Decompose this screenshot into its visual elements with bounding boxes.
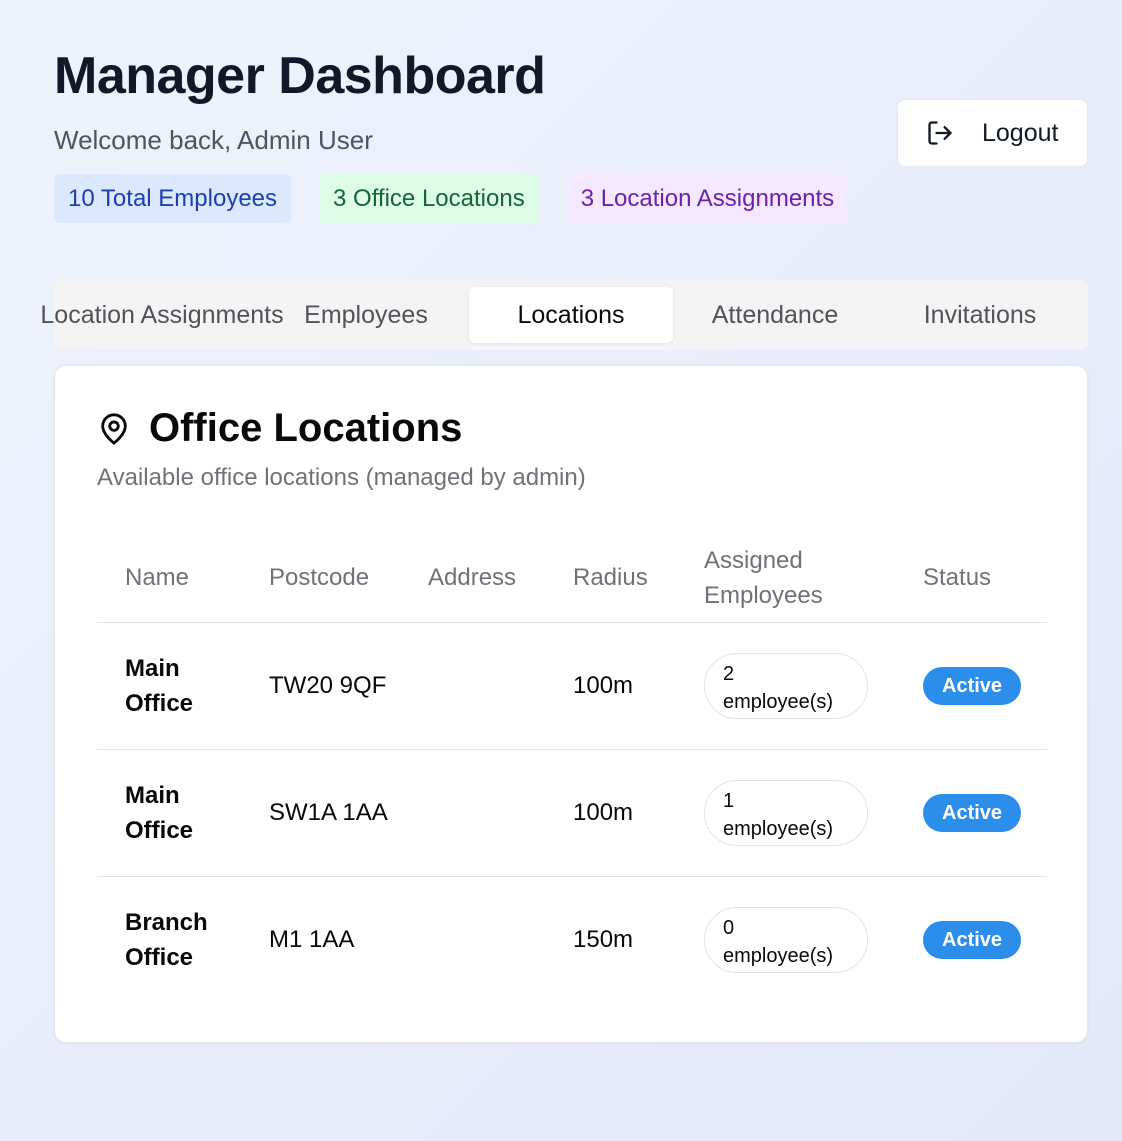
assigned-employees-badge: 0 employee(s) (704, 906, 868, 973)
tab-location-assignments[interactable]: Location Assignments (40, 287, 283, 343)
total-employees-badge: 10 Total Employees (54, 174, 292, 223)
location-postcode: TW20 9QF (241, 622, 400, 750)
assigned-employees-badge: 2 employee(s) (704, 652, 868, 719)
location-radius: 100m (545, 622, 676, 750)
tab-invitations[interactable]: Invitations (878, 287, 1082, 343)
column-header-postcode: Postcode (241, 534, 400, 623)
office-locations-badge: 3 Office Locations (319, 174, 539, 223)
welcome-message: Welcome back, Admin User (54, 125, 373, 155)
column-header-status: Status (895, 534, 1047, 623)
card-title: Office Locations (149, 406, 463, 450)
location-address (400, 622, 545, 750)
summary-badges: 10 Total Employees 3 Office Locations 3 … (54, 174, 849, 223)
column-header-name: Name (97, 534, 241, 623)
locations-table: Name Postcode Address Radius Assigned Em… (97, 534, 1047, 1003)
status-badge: Active (923, 793, 1022, 832)
map-pin-icon (101, 412, 127, 445)
card-header: Office Locations (97, 406, 462, 451)
location-postcode: SW1A 1AA (241, 749, 400, 877)
table-row: Main Office SW1A 1AA 100m 1 employee(s) … (97, 749, 1047, 877)
office-locations-card: Office Locations Available office locati… (54, 365, 1088, 1043)
assigned-employees-badge: 1 employee(s) (704, 779, 868, 846)
column-header-address: Address (400, 534, 545, 623)
tab-bar: Location Assignments Employees Locations… (40, 280, 1088, 350)
location-postcode: M1 1AA (269, 926, 355, 954)
location-radius: 150m (573, 926, 634, 954)
card-description: Available office locations (managed by a… (97, 464, 586, 491)
tab-employees[interactable]: Employees (264, 287, 468, 343)
status-badge: Active (923, 666, 1022, 705)
location-address (400, 876, 545, 1003)
page-title: Manager Dashboard (54, 47, 546, 105)
location-assignments-badge: 3 Location Assignments (566, 174, 849, 223)
table-header-row: Name Postcode Address Radius Assigned Em… (97, 534, 1047, 623)
status-badge: Active (923, 920, 1022, 959)
tab-locations[interactable]: Locations (469, 287, 673, 343)
logout-icon (928, 121, 952, 145)
table-row: Main Office TW20 9QF 100m 2 employee(s) … (97, 622, 1047, 750)
column-header-radius: Radius (545, 534, 676, 623)
logout-label: Logout (982, 118, 1059, 147)
tab-attendance[interactable]: Attendance (673, 287, 877, 343)
location-name: Branch Office (125, 908, 208, 971)
dashboard-header: Manager Dashboard Welcome back, Admin Us… (54, 44, 849, 223)
table-row: Branch Office M1 1AA 150m 0 employee(s) … (97, 876, 1047, 1003)
location-name: Main Office (97, 749, 241, 877)
column-header-assigned-employees: Assigned Employees (676, 534, 895, 623)
location-address (400, 749, 545, 877)
logout-button[interactable]: Logout (897, 99, 1088, 167)
location-name: Main Office (97, 622, 241, 750)
location-radius: 100m (545, 749, 676, 877)
